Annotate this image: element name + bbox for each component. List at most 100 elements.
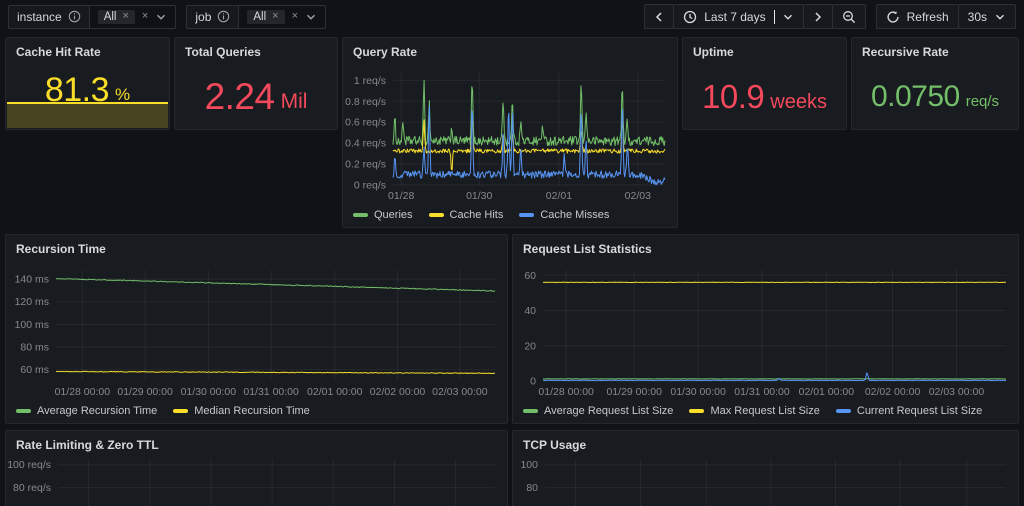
remove-tag-icon[interactable]: × [122, 11, 128, 22]
panel-uptime: Uptime 10.9 weeks [682, 37, 847, 130]
legend-marker-icon [173, 409, 189, 413]
request-list-chart[interactable]: 01/28 00:00 01/29 00:00 01/30 00:00 01/31 0… [519, 261, 1012, 401]
stat-number: 81.3 [44, 70, 110, 109]
legend-label: Average Recursion Time [37, 405, 158, 417]
panel-title[interactable]: Recursive Rate [852, 38, 1018, 64]
clear-icon[interactable]: × [142, 11, 148, 22]
svg-text:02/03 00:00: 02/03 00:00 [432, 386, 488, 398]
legend-item[interactable]: Cache Hits [428, 209, 503, 221]
clear-icon[interactable]: × [292, 11, 298, 22]
zoom-out-time-button[interactable] [831, 4, 866, 29]
legend-label: Average Request List Size [544, 405, 674, 417]
time-controls: Last 7 days Refresh 30s [644, 4, 1016, 29]
stat-unit: req/s [965, 93, 1000, 110]
tcp-usage-chart[interactable]: 100 80 [519, 457, 1012, 506]
stat-value: 10.9 weeks [683, 64, 846, 129]
panel-title[interactable]: Query Rate [343, 38, 677, 64]
legend-marker-icon [689, 409, 705, 413]
refresh-label: Refresh [906, 9, 949, 24]
svg-text:01/30: 01/30 [466, 190, 492, 202]
panel-recursive-rate: Recursive Rate 0.0750 req/s [851, 37, 1019, 130]
svg-text:01/29 00:00: 01/29 00:00 [606, 386, 662, 398]
chart-legend: Average Request List Size Max Request Lis… [523, 402, 1010, 420]
legend-item[interactable]: Max Request List Size [689, 405, 820, 417]
panel-query-rate: Query Rate 01/28 01/30 02/01 02/03 1 req/s 0.… [342, 37, 678, 228]
legend-item[interactable]: Queries [353, 209, 413, 221]
svg-text:02/01 00:00: 02/01 00:00 [799, 386, 855, 398]
dashboard-toolbar: instance All × × job All × × Last 7 days… [0, 0, 1024, 33]
variable-value-chip[interactable]: All × [247, 9, 285, 24]
variable-instance-select[interactable]: All × × [89, 4, 177, 29]
chevron-left-icon [656, 11, 662, 22]
stat-number: 0.0750 [870, 79, 960, 113]
svg-text:80 req/s: 80 req/s [13, 482, 51, 494]
legend-label: Max Request List Size [710, 405, 820, 417]
stat-unit: % [115, 85, 131, 104]
legend-item[interactable]: Average Recursion Time [16, 405, 157, 417]
legend-marker-icon [16, 409, 31, 413]
panel-title[interactable]: Total Queries [175, 38, 337, 64]
refresh-interval-button[interactable]: 30s [957, 4, 1016, 29]
rate-limiting-chart[interactable]: 100 req/s 80 req/s [7, 457, 501, 506]
time-range-label: Last 7 days [704, 9, 766, 24]
chevron-down-icon[interactable] [305, 11, 317, 23]
variable-job-label[interactable]: job [186, 4, 240, 29]
stat-unit: Mil [280, 90, 308, 113]
svg-text:20: 20 [524, 340, 536, 352]
legend-item[interactable]: Average Request List Size [523, 405, 673, 417]
panel-title[interactable]: Uptime [683, 38, 846, 64]
legend-item[interactable]: Median Recursion Time [173, 405, 310, 417]
stat-number: 2.24 [204, 76, 276, 117]
svg-text:0 req/s: 0 req/s [354, 180, 386, 192]
legend-item[interactable]: Cache Misses [519, 209, 609, 221]
time-shift-forward-button[interactable] [802, 4, 833, 29]
refresh-group: Refresh 30s [875, 4, 1016, 29]
legend-marker-icon [523, 409, 538, 413]
time-shift-back-button[interactable] [644, 4, 675, 29]
panel-request-list-statistics: Request List Statistics 01/28 00:00 01/29… [512, 234, 1019, 424]
legend-marker-icon [835, 409, 851, 413]
svg-text:02/02 00:00: 02/02 00:00 [370, 386, 426, 398]
panel-title[interactable]: Cache Hit Rate [6, 38, 169, 64]
chart-plot-area: 01/28 01/30 02/01 02/03 1 req/s 0.8 req/s 0.6 … [345, 64, 671, 205]
svg-text:02/01: 02/01 [546, 190, 572, 202]
variable-job-select[interactable]: All × × [239, 4, 327, 29]
legend-label: Cache Misses [540, 209, 610, 221]
chevron-right-icon [815, 11, 821, 22]
svg-text:0.4 req/s: 0.4 req/s [345, 138, 386, 150]
svg-text:01/28 00:00: 01/28 00:00 [538, 386, 594, 398]
legend-marker-icon [353, 213, 368, 217]
svg-text:80: 80 [526, 482, 538, 494]
panel-title[interactable]: TCP Usage [513, 431, 1018, 457]
remove-tag-icon[interactable]: × [272, 11, 278, 22]
svg-text:0: 0 [530, 376, 536, 388]
chevron-down-icon[interactable] [155, 11, 167, 23]
variable-instance: instance All × × [8, 4, 177, 29]
chart-legend: Queries Cache Hits Cache Misses [353, 206, 669, 224]
panel-title[interactable]: Request List Statistics [513, 235, 1018, 261]
panel-title[interactable]: Recursion Time [6, 235, 507, 261]
time-range-picker-button[interactable]: Last 7 days [673, 4, 804, 29]
svg-text:60 ms: 60 ms [20, 364, 49, 376]
panel-title[interactable]: Rate Limiting & Zero TTL [6, 431, 507, 457]
panel-tcp-usage: TCP Usage 100 80 [512, 430, 1019, 506]
chevron-down-icon [996, 14, 1004, 20]
legend-item[interactable]: Current Request List Size [835, 405, 982, 417]
panel-cache-hit-rate: Cache Hit Rate 81.3 % [5, 37, 170, 130]
recursion-time-chart[interactable]: 01/28 00:00 01/29 00:00 01/30 00:00 01/31 0… [12, 261, 501, 401]
svg-text:140 ms: 140 ms [15, 274, 49, 286]
svg-text:80 ms: 80 ms [20, 342, 49, 354]
panel-rate-limiting-zero-ttl: Rate Limiting & Zero TTL 100 req/s 80 req… [5, 430, 508, 506]
query-rate-chart[interactable]: 01/28 01/30 02/01 02/03 1 req/s 0.8 req/s 0.6 … [345, 64, 671, 205]
stat-value: 2.24 Mil [175, 64, 337, 129]
stat-number: 10.9 [702, 78, 765, 115]
refresh-interval-value: 30s [967, 9, 987, 24]
variable-instance-label[interactable]: instance [8, 4, 90, 29]
svg-text:100 req/s: 100 req/s [7, 459, 51, 471]
variable-value-chip[interactable]: All × [97, 9, 135, 24]
time-range-group: Last 7 days [644, 4, 866, 29]
svg-text:0.2 req/s: 0.2 req/s [345, 159, 386, 171]
variable-label-text: instance [17, 9, 62, 24]
refresh-button[interactable]: Refresh [875, 4, 959, 29]
stat-value: 0.0750 req/s [852, 64, 1018, 129]
